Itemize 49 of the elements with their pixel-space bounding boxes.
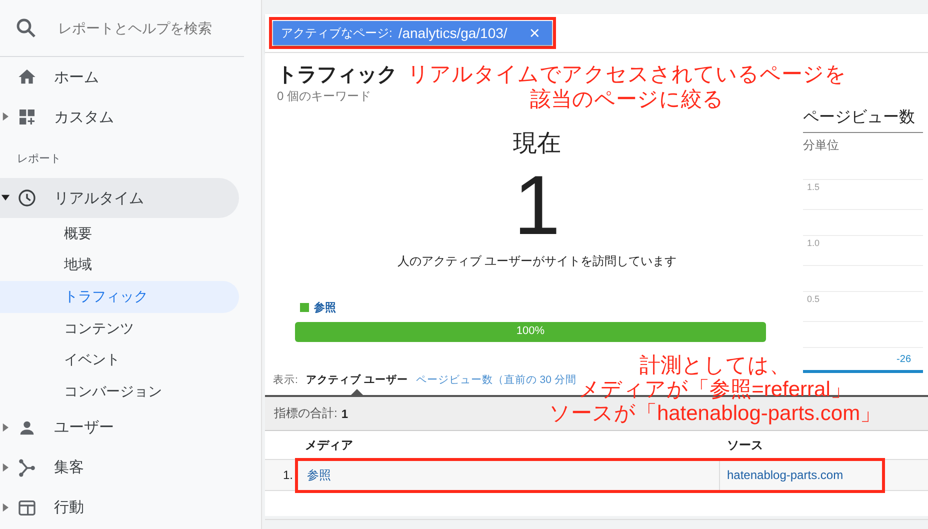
filter-chip[interactable]: アクティブなページ: /analytics/ga/103/ × (273, 21, 552, 45)
nav-item[interactable]: カスタム (0, 97, 239, 137)
section-label: レポート (16, 152, 62, 167)
sub-nav-item[interactable]: コンバージョン (0, 376, 239, 408)
nav-item[interactable]: 集客 (0, 448, 239, 488)
nav-item[interactable]: ユーザー (0, 408, 239, 448)
table-link[interactable]: 参照 (297, 466, 719, 484)
sub-nav-item[interactable]: トラフィック (0, 281, 239, 313)
chart-unit: 分単位 (803, 137, 923, 180)
count-caption: 人のアクティブ ユーザーがサイトを訪問しています (396, 253, 678, 270)
page-title: トラフィック (277, 63, 397, 88)
nav-item[interactable]: ホーム (0, 57, 239, 97)
row-number: 1. (282, 468, 294, 482)
x-tick-label: -26 (896, 354, 911, 367)
clock-icon (17, 188, 37, 208)
nav-item[interactable]: 行動 (0, 488, 239, 528)
search-icon (14, 16, 38, 40)
search-field[interactable]: レポートとヘルプを検索 (58, 20, 238, 36)
legend-label: 参照 (314, 300, 336, 315)
sub-nav-item[interactable]: コンテンツ (0, 312, 239, 344)
sub-nav-item[interactable]: 概要 (0, 218, 239, 250)
chart-title: ページビュー数 (803, 107, 923, 133)
annotation-text: ソースが「hatenablog-parts.com」 (548, 402, 882, 426)
dashboard-icon (17, 107, 37, 127)
nav-item[interactable]: リアルタイム (0, 178, 239, 218)
branch-icon (17, 458, 37, 478)
active-user-count: 1 (512, 163, 562, 247)
column-header: ソース (726, 436, 764, 454)
page-subtitle: 0 個のキーワード (277, 88, 372, 105)
filter-value: /analytics/ga/103/ (398, 25, 508, 41)
column-header: メディア (304, 436, 354, 454)
now-label: 現在 (512, 129, 562, 159)
share-percent: 100% (515, 325, 546, 337)
view-tab[interactable]: アクティブ ユーザー (306, 373, 408, 395)
close-button[interactable]: × (513, 24, 540, 42)
annotation-text: リアルタイムでアクセスされているページを (408, 62, 846, 87)
y-tick-label: 1.5 (807, 182, 820, 192)
window-icon (17, 498, 37, 518)
filter-label: アクティブなページ: (281, 24, 392, 42)
view-label: 表示: (273, 373, 298, 388)
annotation-text: 計測としては、 (640, 354, 790, 378)
total-value: 1 (341, 406, 348, 420)
y-tick-label: 1.0 (807, 238, 820, 248)
annotation-text: 該当のページに絞る (530, 87, 724, 112)
total-label: 指標の合計: (274, 405, 338, 422)
sub-nav-item[interactable]: イベント (0, 344, 239, 376)
y-tick-label: 0.5 (807, 294, 820, 304)
table-link[interactable]: hatenablog-parts.com (719, 460, 928, 490)
sub-nav-item[interactable]: 地域 (0, 250, 239, 282)
